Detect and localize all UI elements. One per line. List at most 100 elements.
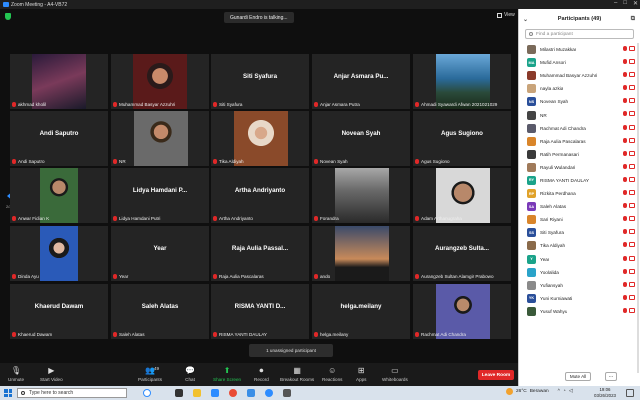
breakout-rooms-button[interactable]: ▦ Breakout Rooms [280, 366, 314, 382]
video-tile[interactable]: Raja Aulia Passal... Raja Aulia Pascalara… [211, 226, 309, 281]
video-tile[interactable]: Anjar Asmara Pu... Anjar Asmara Putra [312, 54, 410, 109]
video-tile[interactable]: akhmad kholil [10, 54, 108, 109]
file-explorer-icon[interactable] [193, 389, 201, 397]
apps-label: Apps [356, 377, 367, 382]
participant-row[interactable]: Rayuli Wulandari [519, 161, 640, 174]
video-tile[interactable]: NR [111, 111, 209, 166]
video-tile[interactable]: Saleh Alatas Saleh Alatas [111, 284, 209, 339]
share-screen-button[interactable]: ⬆ Share Screen [213, 366, 241, 382]
video-tile[interactable]: Year Year [111, 226, 209, 281]
tile-name-label: Muhammad Basyar Azzuhri [113, 102, 175, 107]
chrome-icon[interactable] [229, 389, 237, 397]
participant-row[interactable]: MA Mufid Ansori [519, 56, 640, 69]
word-icon[interactable] [247, 389, 255, 397]
participant-row[interactable]: SA Saleh Alatas [519, 200, 640, 213]
view-button[interactable]: View [497, 12, 515, 18]
participant-status [623, 98, 635, 104]
video-tile[interactable]: Rachmat Adi Chandra [413, 284, 511, 339]
video-tile[interactable]: Tika Aldiyah [211, 111, 309, 166]
participant-row[interactable]: Milastri Muzakkar [519, 43, 640, 56]
participant-row[interactable]: Sari Riyani [519, 213, 640, 226]
video-tile[interactable]: Khaerud Dawam Khaerud Dawam [10, 284, 108, 339]
tile-label-text: Aurangzeb Sultan Alamgir Prabowo [421, 274, 494, 279]
video-tile[interactable]: RISMA YANTI D... RISMA YANTI DAULAY [211, 284, 309, 339]
video-tile[interactable]: Siti Syafura Siti Syafura [211, 54, 309, 109]
leave-room-button[interactable]: Leave Room [478, 370, 514, 380]
video-tile[interactable]: Lidya Hamdani P... Lidya Hamdani Putri [111, 168, 209, 223]
participant-row[interactable]: YK Yuni Kurniawati [519, 292, 640, 305]
participant-row[interactable]: Ratih Permanasari [519, 148, 640, 161]
wifi-icon[interactable]: ◔ [563, 389, 566, 394]
video-tile[interactable]: Andi Saputro Andi Saputro [10, 111, 108, 166]
participant-row[interactable]: SS Siti Syafura [519, 226, 640, 239]
tray-chevron-icon[interactable]: ^ [558, 389, 560, 394]
popout-icon[interactable]: ⧉ [631, 16, 635, 23]
task-view-icon[interactable] [175, 389, 183, 397]
taskbar-search-input[interactable]: Type here to search [17, 388, 127, 398]
whiteboards-button[interactable]: ▭ Whiteboards [382, 366, 408, 382]
video-tile[interactable]: Dinda Ayu [10, 226, 108, 281]
video-tile[interactable]: helga.meilany helga.meilany [312, 284, 410, 339]
start-video-button[interactable]: ▶ Start Video [40, 366, 63, 382]
tile-label-text: Khaerud Dawam [18, 332, 53, 337]
volume-icon[interactable]: ◁ [569, 389, 573, 394]
mute-all-button[interactable]: Mute All [565, 372, 591, 381]
participant-row[interactable]: RP Rizkita Perdhana [519, 187, 640, 200]
title-bar: Zoom Meeting - A4-VB72 – □ ✕ [0, 0, 640, 9]
participant-video-image [32, 54, 86, 109]
maximize-button[interactable]: □ [623, 0, 627, 7]
muted-mic-icon [623, 255, 627, 261]
record-button[interactable]: ⏺ Record [254, 366, 269, 383]
video-tile[interactable]: Anwar Fidian K [10, 168, 108, 223]
video-tile[interactable]: Aurangzeb Sulta... Aurangzeb Sultan Alamg… [413, 226, 511, 281]
video-tile[interactable]: Adam Arthanugraha [413, 168, 511, 223]
participant-row[interactable]: Rachmat Adi Chandra [519, 122, 640, 135]
video-tile[interactable]: Artha Andriyanto Artha Andriyanto [211, 168, 309, 223]
participant-row[interactable]: Raja Aulia Pascalaras [519, 135, 640, 148]
participant-search-input[interactable]: Find a participant [525, 29, 634, 39]
participant-row[interactable]: NR [519, 108, 640, 121]
security-shield-icon[interactable] [5, 13, 11, 20]
zoom-taskbar-icon[interactable] [265, 389, 273, 397]
video-tile[interactable]: ando [312, 226, 410, 281]
participant-row[interactable]: Yufiansyah [519, 279, 640, 292]
avatar [527, 45, 536, 55]
minimize-button[interactable]: – [614, 0, 617, 7]
participant-status [623, 137, 635, 143]
participant-row[interactable]: Yusuf Wahyu [519, 305, 640, 318]
participant-row[interactable]: nayla azkia [519, 82, 640, 95]
cortana-icon[interactable] [143, 389, 151, 397]
panel-scrollbar[interactable] [637, 43, 639, 373]
muted-mic-icon [415, 159, 419, 164]
chat-button[interactable]: 💬 Chat [185, 366, 195, 382]
tile-display-name: Andi Saputro [39, 130, 79, 137]
unmute-button[interactable]: 🎙 Unmute [8, 366, 24, 382]
close-button[interactable]: ✕ [633, 0, 638, 7]
participant-row[interactable]: Yoolalida [519, 266, 640, 279]
muted-mic-icon [623, 46, 627, 51]
video-tile[interactable]: Forandra [312, 168, 410, 223]
reactions-button[interactable]: ☺ Reactions [322, 366, 342, 382]
edge-icon[interactable] [211, 389, 219, 397]
app-icon[interactable] [283, 389, 291, 397]
video-tile[interactable]: Novean Syah Novean Syah [312, 111, 410, 166]
video-tile[interactable]: Muhammad Basyar Azzuhri [111, 54, 209, 109]
meeting-toolbar: 🎙 Unmute ▶ Start Video 👥 Participants 49… [0, 363, 518, 386]
reactions-icon: ☺ [328, 366, 337, 375]
participant-status [623, 242, 635, 248]
participant-name: Siti Syafura [540, 230, 564, 236]
notification-icon[interactable] [626, 389, 634, 397]
participant-row[interactable]: RY RISMA YANTI DAULAY [519, 174, 640, 187]
participant-row[interactable]: NS Novean Syah [519, 95, 640, 108]
participant-row[interactable]: Y Year [519, 253, 640, 266]
apps-button[interactable]: ⊞ Apps [356, 366, 366, 382]
video-tile[interactable]: Ahmadi Syawardi Afwan 2021021029 [413, 54, 511, 109]
video-tile[interactable]: Agus Sugiono Agus Sugiono [413, 111, 511, 166]
more-options-button[interactable]: ··· [605, 372, 617, 381]
participant-status [623, 255, 635, 261]
windows-start-icon[interactable] [4, 389, 12, 397]
clock[interactable]: 19:06 03/26/2023 [594, 387, 616, 399]
participant-row[interactable]: Muhammad Basyar Azzuhri [519, 69, 640, 82]
participant-row[interactable]: Tika Aldiyah [519, 239, 640, 252]
collapse-chevron-icon[interactable]: ⌄ [523, 16, 528, 23]
